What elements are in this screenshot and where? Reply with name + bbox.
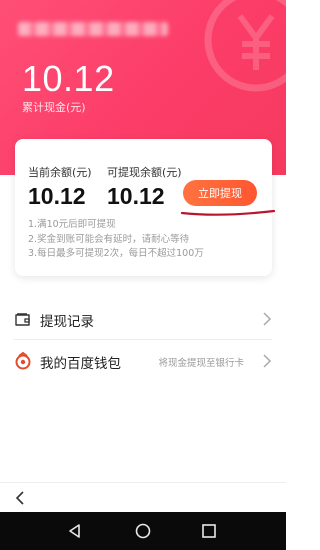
total-cash-label: 累计现金(元) (22, 101, 86, 114)
wallet-icon (15, 313, 30, 326)
recents-square-icon[interactable] (200, 522, 218, 540)
baidu-wallet-hint: 将现金提现至银行卡 (158, 358, 244, 369)
current-balance-label: 当前余额(元) (28, 166, 92, 179)
list-item-withdraw-records[interactable]: 提现记录 (0, 298, 286, 340)
balance-card: 当前余额(元) 10.12 可提现余额(元) 10.12 立即提现 1.满10元… (15, 139, 276, 276)
back-bar (0, 482, 286, 512)
total-cash-amount: 10.12 (22, 58, 115, 99)
baidu-wallet-label: 我的百度钱包 (40, 356, 121, 372)
back-arrow-icon[interactable] (14, 491, 26, 505)
withdraw-rules: 1.满10元后即可提现 2.奖金到账可能会有延时，请耐心等待 3.每日最多可提现… (28, 218, 204, 262)
baidu-wallet-icon (15, 352, 31, 370)
chevron-right-icon (263, 312, 272, 326)
system-navigation-bar (0, 512, 286, 550)
withdraw-records-label: 提现记录 (40, 314, 94, 330)
blurred-username (18, 22, 168, 36)
rule-line: 2.奖金到账可能会有延时，请耐心等待 (28, 233, 190, 245)
back-triangle-icon[interactable] (66, 522, 84, 540)
chevron-right-icon (263, 354, 272, 368)
home-circle-icon[interactable] (134, 522, 152, 540)
rule-line: 3.每日最多可提现2次，每日不超过100万 (28, 248, 204, 259)
current-balance-value: 10.12 (28, 183, 86, 209)
withdraw-now-button[interactable]: 立即提现 (183, 180, 257, 206)
withdrawable-balance-label: 可提现余额(元) (107, 166, 182, 179)
rule-line: 1.满10元后即可提现 (28, 219, 116, 230)
withdrawable-balance-value: 10.12 (107, 183, 165, 209)
list-item-baidu-wallet[interactable]: 我的百度钱包 将现金提现至银行卡 (0, 340, 286, 382)
yuan-coin-icon (204, 0, 286, 92)
